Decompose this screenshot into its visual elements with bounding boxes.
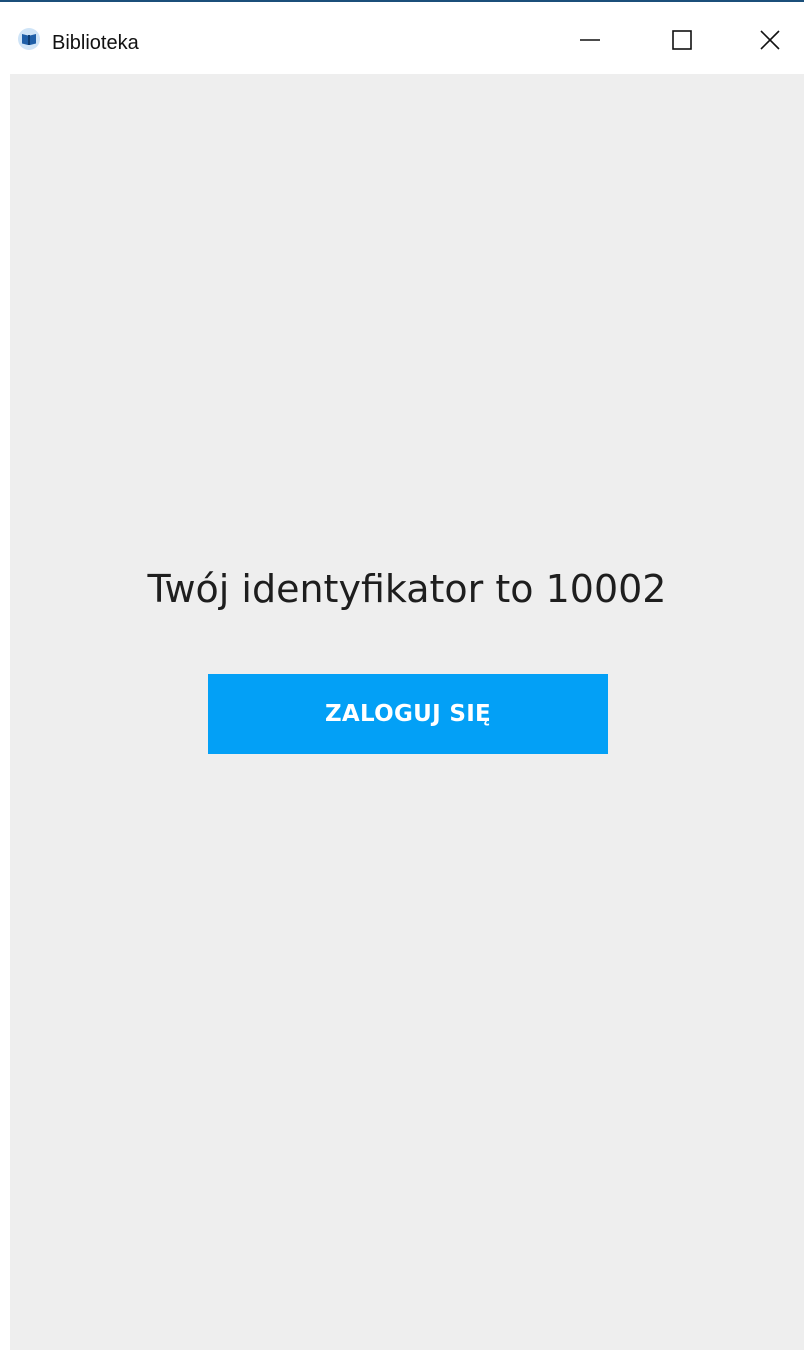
window-title: Biblioteka <box>52 32 139 54</box>
close-button[interactable] <box>740 12 800 72</box>
title-bar[interactable]: Biblioteka <box>0 2 804 74</box>
maximize-button[interactable] <box>652 12 712 72</box>
minimize-icon <box>578 28 602 57</box>
user-id-message: Twój identyfikator to 10002 <box>147 567 667 611</box>
main-content: Twój identyfikator to 10002 ZALOGUJ SIĘ <box>10 74 804 1350</box>
close-icon <box>758 28 782 57</box>
minimize-button[interactable] <box>560 12 620 72</box>
login-button[interactable]: ZALOGUJ SIĘ <box>208 674 608 754</box>
maximize-icon <box>670 28 694 57</box>
app-window: Biblioteka Twój identyfikator to 10002 Z… <box>0 0 804 1350</box>
book-icon <box>18 28 40 50</box>
